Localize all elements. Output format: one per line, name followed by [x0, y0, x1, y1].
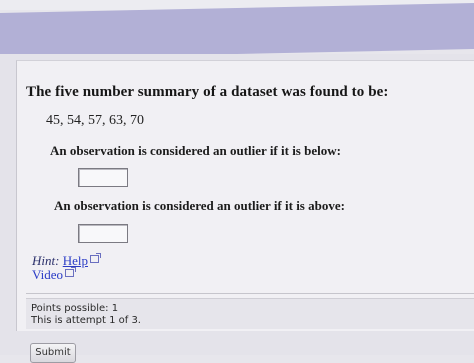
external-link-icon [89, 253, 101, 263]
upper-fence-input[interactable] [78, 224, 128, 243]
attempt-count: This is attempt 1 of 3. [31, 315, 141, 326]
question-title: The five number summary of a dataset was… [26, 84, 389, 100]
header-banner [0, 3, 474, 59]
video-link[interactable]: Video [32, 267, 76, 283]
divider [26, 293, 474, 294]
external-link-icon [65, 267, 76, 277]
hint-label: Hint: [32, 253, 60, 268]
lower-fence-input[interactable] [78, 168, 128, 187]
outlier-below-prompt: An observation is considered an outlier … [50, 143, 341, 158]
submit-button[interactable]: Submit [30, 343, 76, 363]
help-link[interactable]: Help [63, 253, 88, 268]
outlier-above-prompt: An observation is considered an outlier … [54, 198, 345, 213]
five-number-summary: 45, 54, 57, 63, 70 [46, 113, 144, 128]
points-possible: Points possible: 1 [31, 303, 119, 314]
video-link-label[interactable]: Video [32, 267, 63, 282]
